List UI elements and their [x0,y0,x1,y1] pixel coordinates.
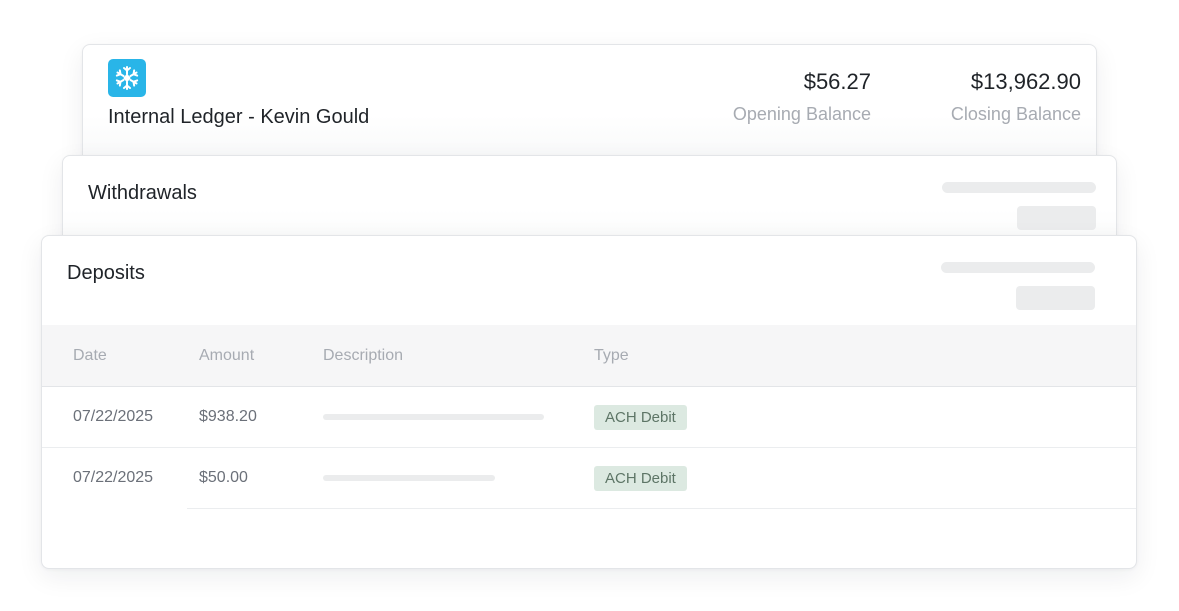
skeleton-block [1017,206,1096,230]
skeleton-line [942,182,1096,193]
closing-balance: $13,962.90 Closing Balance [951,69,1081,125]
ledger-stage: Internal Ledger - Kevin Gould $56.27 Ope… [0,0,1179,611]
withdrawals-title: Withdrawals [88,182,197,204]
type-badge: ACH Debit [594,466,687,491]
description-skeleton [323,475,495,481]
skeleton-block [1016,286,1095,310]
row-date: 07/22/2025 [73,469,154,486]
opening-balance-value: $56.27 [803,69,871,94]
skeleton-line [941,262,1095,273]
type-badge: ACH Debit [594,405,687,430]
column-header-amount[interactable]: Amount [199,347,254,365]
closing-balance-value: $13,962.90 [970,69,1081,94]
table-row[interactable]: 07/22/2025 $938.20 ACH Debit [42,387,1136,448]
deposits-title: Deposits [67,262,145,284]
ledger-title: Internal Ledger - Kevin Gould [108,106,370,128]
deposits-card: Deposits Date Amount Description Type 07… [41,235,1137,569]
opening-balance-label: Opening Balance [732,104,871,124]
column-header-type[interactable]: Type [594,347,629,365]
row-amount: $50.00 [199,469,248,486]
row-date: 07/22/2025 [73,408,154,425]
deposits-table: Date Amount Description Type 07/22/2025 … [42,325,1136,509]
column-header-description[interactable]: Description [323,347,403,365]
column-header-date[interactable]: Date [73,347,107,365]
table-row[interactable]: 07/22/2025 $50.00 ACH Debit [42,448,1136,509]
opening-balance: $56.27 Opening Balance [733,69,871,125]
table-header: Date Amount Description Type [42,325,1136,387]
row-amount: $938.20 [199,408,257,425]
snowflake-icon [108,59,146,97]
description-skeleton [323,414,544,420]
closing-balance-label: Closing Balance [950,104,1081,124]
